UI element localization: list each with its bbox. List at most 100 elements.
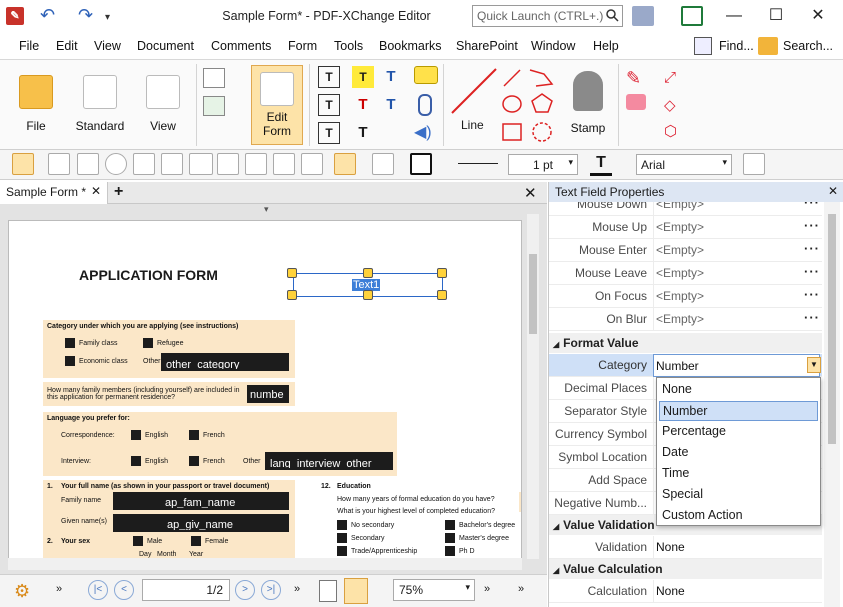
new-tab-icon[interactable]: +	[114, 183, 123, 201]
validation-row[interactable]: Validation None	[549, 536, 822, 559]
perimeter-icon[interactable]: ⬡	[664, 122, 684, 142]
checkbox[interactable]	[131, 430, 141, 440]
date-tool-icon[interactable]	[273, 153, 295, 175]
menu-window[interactable]: Window	[531, 39, 575, 53]
menu-bookmarks[interactable]: Bookmarks	[379, 39, 442, 53]
underline-icon[interactable]: T	[352, 122, 374, 144]
property-row[interactable]: Mouse Leave <Empty> ···	[549, 262, 822, 285]
line-tool-icon[interactable]	[448, 65, 500, 117]
scroll-thumb[interactable]	[828, 214, 836, 444]
menu-file[interactable]: File	[19, 39, 39, 53]
scroll-thumb[interactable]	[529, 254, 537, 334]
calculation-row[interactable]: Calculation None	[549, 580, 822, 603]
fullscreen-icon[interactable]	[681, 6, 703, 26]
checkbox[interactable]	[337, 533, 347, 543]
resize-handle[interactable]	[437, 290, 447, 300]
edit-form-ribbon-button[interactable]: Edit Form	[251, 65, 303, 145]
combobox-tool-icon[interactable]	[161, 153, 183, 175]
collapse-icon[interactable]: ◢	[553, 566, 559, 575]
find-button[interactable]: Find...	[719, 39, 754, 53]
close-panel-icon[interactable]: ✕	[828, 184, 838, 198]
checkbox[interactable]	[65, 338, 75, 348]
signature-tool-icon[interactable]	[217, 153, 239, 175]
eraser-icon[interactable]	[626, 94, 646, 110]
property-row[interactable]: Mouse Up <Empty> ···	[549, 216, 822, 239]
measure-icon[interactable]: ⤢	[664, 68, 684, 88]
menu-sharepoint[interactable]: SharePoint	[456, 39, 518, 53]
checkbox[interactable]	[131, 456, 141, 466]
zoom-select[interactable]: 75% ▾	[393, 579, 475, 601]
callout-icon[interactable]: T	[318, 122, 340, 144]
border-color-icon[interactable]	[410, 153, 432, 175]
line-width-select[interactable]: 1 pt ▾	[508, 154, 578, 175]
chevron-icon[interactable]: »	[518, 583, 524, 595]
checkbox[interactable]	[189, 430, 199, 440]
image-tool-icon[interactable]	[301, 153, 323, 175]
prev-page-icon[interactable]: <	[114, 580, 134, 600]
page-number-input[interactable]: 1/2	[142, 579, 230, 601]
close-document-icon[interactable]: ✕	[524, 184, 537, 202]
family-members-field[interactable]: numbe	[247, 385, 289, 403]
gear-icon[interactable]: ⚙	[14, 581, 36, 601]
checkbox[interactable]	[337, 546, 347, 556]
menu-document[interactable]: Document	[137, 39, 194, 53]
vertical-scrollbar[interactable]	[527, 214, 539, 559]
document-tab[interactable]: Sample Form * ✕	[0, 182, 108, 204]
delete-icon[interactable]	[372, 153, 394, 175]
property-row[interactable]: Mouse Down <Empty> ···	[549, 202, 822, 216]
other-category-field[interactable]: other_category	[161, 353, 289, 371]
strikeout-icon[interactable]: T	[352, 94, 374, 116]
more-icon[interactable]: ···	[804, 218, 820, 233]
checkbox[interactable]	[445, 520, 455, 530]
attachment-icon[interactable]	[418, 94, 432, 116]
field-properties-icon[interactable]	[743, 153, 765, 175]
stamp-ribbon-button[interactable]: Stamp	[560, 65, 616, 145]
chevron-down-icon[interactable]: ▼	[807, 357, 821, 373]
font-select[interactable]: Arial ▾	[636, 154, 732, 175]
menu-help[interactable]: Help	[593, 39, 619, 53]
single-page-icon[interactable]	[319, 580, 337, 602]
checkbox[interactable]	[445, 533, 455, 543]
typewriter-icon[interactable]: T	[318, 66, 340, 88]
text-color-icon[interactable]: T	[590, 154, 612, 176]
maximize-button[interactable]: ☐	[758, 4, 794, 28]
select-tool-icon[interactable]	[12, 153, 34, 175]
interview-language-field[interactable]: lang_interview_other	[265, 452, 393, 470]
resize-handle[interactable]	[287, 268, 297, 278]
collapse-icon[interactable]: ◢	[553, 522, 559, 531]
family-name-field[interactable]: ap_fam_name	[113, 492, 289, 510]
more-icon[interactable]: ···	[804, 202, 820, 210]
horizontal-scrollbar[interactable]	[8, 558, 522, 570]
button-tool-icon[interactable]	[189, 153, 213, 175]
checkbox[interactable]	[445, 546, 455, 556]
more-icon[interactable]: ···	[804, 264, 820, 279]
line-style-icon[interactable]	[458, 163, 498, 164]
more-icon[interactable]: ···	[804, 310, 820, 325]
checkbox[interactable]	[191, 536, 201, 546]
menu-tools[interactable]: Tools	[334, 39, 363, 53]
chevron-icon[interactable]: »	[56, 583, 62, 595]
property-row[interactable]: On Focus <Empty> ···	[549, 285, 822, 308]
menu-comments[interactable]: Comments	[211, 39, 271, 53]
form-fields-icon[interactable]	[203, 68, 225, 88]
option-none[interactable]: None	[659, 380, 818, 400]
insert-text-icon[interactable]: T	[380, 66, 402, 88]
menu-form[interactable]: Form	[288, 39, 317, 53]
first-page-icon[interactable]: |<	[88, 580, 108, 600]
resize-handle[interactable]	[363, 268, 373, 278]
continuous-page-icon[interactable]	[344, 578, 368, 604]
given-names-field[interactable]: ap_giv_name	[113, 514, 289, 532]
close-tab-icon[interactable]: ✕	[91, 184, 101, 198]
menu-view[interactable]: View	[94, 39, 121, 53]
menu-edit[interactable]: Edit	[56, 39, 78, 53]
more-icon[interactable]: ···	[804, 241, 820, 256]
quick-launch-input[interactable]: Quick Launch (CTRL+.)	[472, 5, 623, 27]
property-row[interactable]: Mouse Enter <Empty> ···	[549, 239, 822, 262]
group-value-calculation[interactable]: ◢ Value Calculation	[549, 559, 822, 579]
group-format-value[interactable]: ◢ Format Value	[549, 333, 822, 353]
panel-scrollbar[interactable]	[824, 202, 840, 607]
checkbox[interactable]	[65, 356, 75, 366]
view-ribbon-button[interactable]: View	[138, 65, 188, 145]
resize-handle[interactable]	[363, 290, 373, 300]
property-row[interactable]: On Blur <Empty> ···	[549, 308, 822, 331]
